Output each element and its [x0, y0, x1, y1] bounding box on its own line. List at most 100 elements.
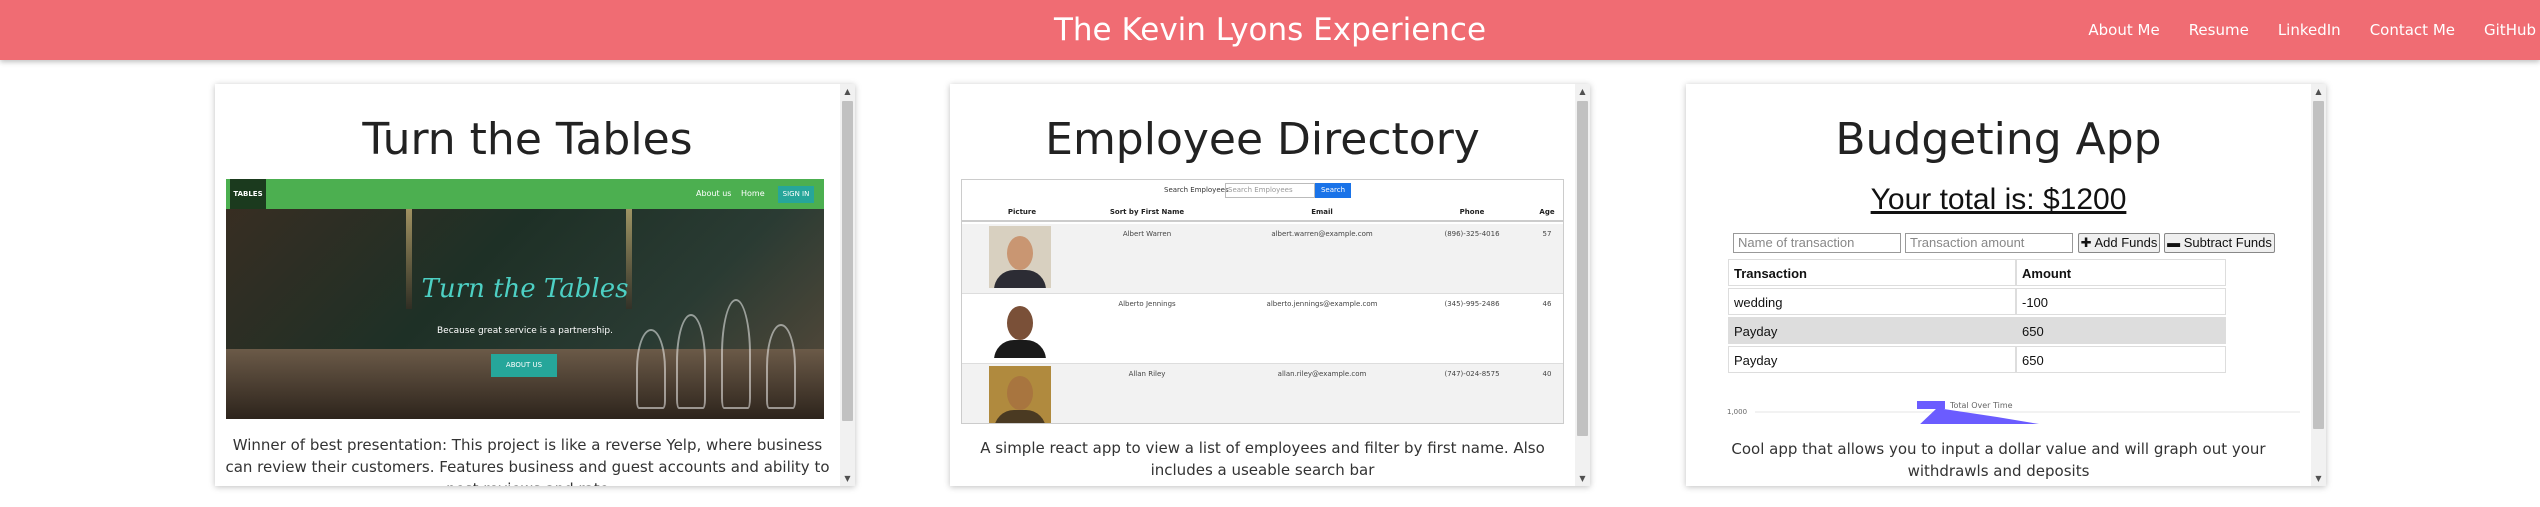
face [1007, 376, 1033, 410]
preview-subtitle: Because great service is a partnership. [436, 326, 613, 336]
preview-subtract-funds-button: ▬ Subtract Funds [2164, 233, 2275, 253]
wine-glass [766, 324, 796, 409]
face [1007, 236, 1033, 270]
plus-icon: ✚ [2080, 235, 2092, 250]
table-row: Alberto Jennings alberto.jennings@exampl… [962, 294, 1563, 364]
header-transaction: Transaction [1728, 259, 2016, 286]
header-amount: Amount [2016, 259, 2226, 286]
wine-glass [636, 329, 666, 409]
employee-name: Allan Riley [1128, 370, 1166, 378]
nav-link-resume[interactable]: Resume [2189, 21, 2249, 39]
chart-legend-label: Total Over Time [1949, 401, 2013, 410]
preview-name-input: Name of transaction [1733, 233, 1901, 253]
scrollbar-thumb[interactable] [1577, 101, 1588, 436]
transaction-name: Payday [1728, 317, 2016, 344]
table-row: Payday 650 [1728, 317, 2231, 346]
scroll-down-arrow-icon[interactable]: ▼ [2311, 471, 2326, 486]
preview-table-header: Picture Sort by First Name Email Phone A… [962, 208, 1563, 222]
scroll-up-arrow-icon[interactable]: ▲ [840, 84, 855, 99]
header-email: Email [1311, 208, 1333, 216]
preview-amount-input: Transaction amount [1905, 233, 2073, 253]
scrollbar[interactable]: ▲ ▼ [2311, 84, 2326, 486]
scrollbar-thumb[interactable] [2313, 101, 2324, 429]
navbar: The Kevin Lyons Experience About Me Resu… [0, 0, 2540, 60]
employee-photo [989, 366, 1051, 423]
subtract-funds-label: Subtract Funds [2183, 235, 2272, 250]
transaction-amount: 650 [2016, 317, 2226, 344]
preview-nav-about: About us [696, 189, 732, 198]
shoulders [994, 340, 1046, 358]
employee-phone: (747)-024-8575 [1444, 370, 1500, 378]
scrollbar[interactable]: ▲ ▼ [1575, 84, 1590, 486]
shoulders [994, 410, 1046, 423]
project-screenshot[interactable]: TABLES About us Home SIGN IN Turn the Ta… [226, 179, 824, 419]
employee-age: 57 [1542, 230, 1552, 238]
scroll-up-arrow-icon[interactable]: ▲ [2311, 84, 2326, 99]
add-funds-label: Add Funds [2094, 235, 2158, 250]
project-screenshot[interactable]: Your total is: $1200 Name of transaction… [1697, 179, 2300, 424]
table-row: Albert Warren albert.warren@example.com … [962, 224, 1563, 294]
project-card-turn-the-tables: Turn the Tables TABLES About us Home SIG… [215, 84, 855, 486]
card-description: Winner of best presentation: This projec… [225, 436, 830, 486]
preview-search-input: Search Employees [1225, 183, 1315, 198]
preview-signin-button: SIGN IN [778, 186, 814, 203]
project-screenshot[interactable]: Search Employees Search Employees Search… [961, 179, 1564, 424]
employee-name: Alberto Jennings [1118, 300, 1176, 308]
preview-about-button: ABOUT US [491, 354, 557, 377]
employee-email: alberto.jennings@example.com [1266, 300, 1378, 308]
table-row: Allan Riley allan.riley@example.com (747… [962, 364, 1563, 423]
preview-total: Your total is: $1200 [1870, 183, 2127, 216]
card-description: A simple react app to view a list of emp… [980, 439, 1545, 479]
transaction-amount: 650 [2016, 346, 2226, 373]
employee-phone: (345)-995-2486 [1444, 300, 1500, 308]
table-row: wedding -100 [1728, 288, 2231, 317]
shoulders [994, 270, 1046, 288]
tables-logo: TABLES [230, 179, 266, 209]
employee-email: albert.warren@example.com [1271, 230, 1373, 238]
preview-search-row: Search Employees Search Employees Search [962, 183, 1563, 199]
scrollbar-thumb[interactable] [842, 101, 853, 421]
table-row: Payday 650 [1728, 346, 2231, 375]
preview-total-chart: Total Over Time 1,000 [1727, 401, 2300, 424]
preview-nav-home: Home [741, 189, 765, 198]
employee-age: 46 [1542, 300, 1552, 308]
preview-search-label: Search Employees [1164, 186, 1229, 194]
header-age: Age [1539, 208, 1555, 216]
employee-name: Albert Warren [1122, 230, 1172, 238]
nav-link-linkedin[interactable]: LinkedIn [2278, 21, 2341, 39]
wine-glass [721, 299, 751, 409]
face [1007, 306, 1033, 340]
table-header-row: Transaction Amount [1728, 259, 2231, 288]
transaction-name: Payday [1728, 346, 2016, 373]
transaction-name: wedding [1728, 288, 2016, 315]
employee-email: allan.riley@example.com [1277, 370, 1367, 378]
preview-add-funds-button: ✚ Add Funds [2078, 233, 2160, 253]
nav-links: About Me Resume LinkedIn Contact Me GitH… [2088, 0, 2540, 60]
minus-icon: ▬ [2167, 235, 2181, 250]
scrollbar[interactable]: ▲ ▼ [840, 84, 855, 486]
card-title: Budgeting App [1835, 114, 2162, 165]
employee-photo [989, 296, 1051, 358]
card-title: Turn the Tables [362, 114, 693, 165]
header-sort-first-name: Sort by First Name [1109, 208, 1185, 216]
header-picture: Picture [1007, 208, 1037, 216]
project-card-employee-directory: Employee Directory Search Employees Sear… [950, 84, 1590, 486]
nav-link-about-me[interactable]: About Me [2088, 21, 2159, 39]
preview-navbar: TABLES About us Home SIGN IN [226, 179, 824, 209]
nav-link-contact-me[interactable]: Contact Me [2370, 21, 2455, 39]
chart-area [1920, 408, 2039, 424]
chart-tick-label: 1,000 [1727, 408, 1747, 416]
employee-phone: (896)-325-4016 [1444, 230, 1500, 238]
employee-photo [989, 226, 1051, 288]
project-card-budgeting-app: Budgeting App Your total is: $1200 Name … [1686, 84, 2326, 486]
nav-link-github[interactable]: GitHub [2484, 21, 2536, 39]
card-description: Cool app that allows you to input a doll… [1731, 440, 2266, 480]
card-title: Employee Directory [1045, 114, 1480, 165]
scroll-up-arrow-icon[interactable]: ▲ [1575, 84, 1590, 99]
scroll-down-arrow-icon[interactable]: ▼ [840, 471, 855, 486]
chart-legend-swatch [1917, 401, 1945, 409]
scroll-down-arrow-icon[interactable]: ▼ [1575, 471, 1590, 486]
transaction-amount: -100 [2016, 288, 2226, 315]
employee-age: 40 [1542, 370, 1552, 378]
preview-headline: Turn the Tables [421, 274, 629, 304]
